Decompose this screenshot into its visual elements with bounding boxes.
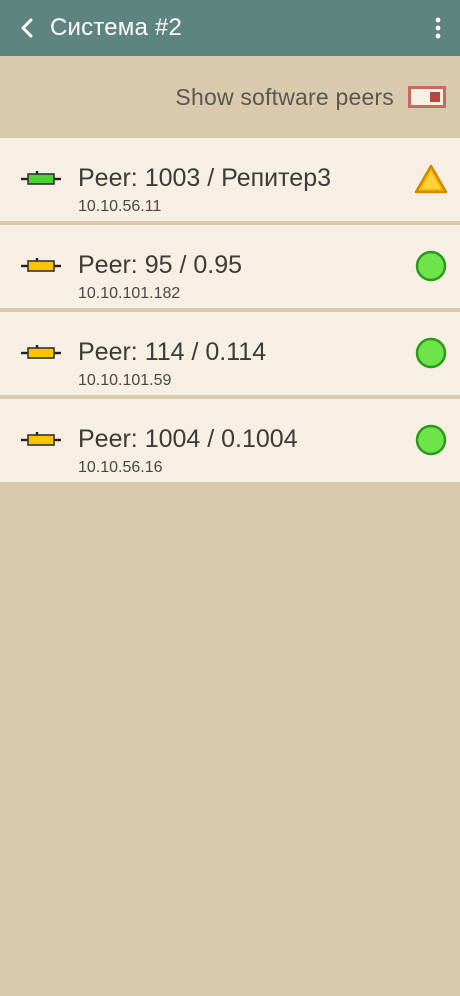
online-circle-icon	[415, 424, 447, 456]
show-software-peers-toggle[interactable]	[408, 86, 446, 108]
peer-ip-address: 10.10.56.16	[78, 459, 163, 476]
warning-triangle-icon	[414, 164, 448, 194]
peer-row[interactable]: Peer: 114 / 0.114 10.10.101.59	[0, 312, 460, 395]
overflow-menu-button[interactable]	[426, 0, 450, 56]
online-circle-icon	[415, 250, 447, 282]
peer-title: Peer: 1003 / Репитер3	[78, 164, 332, 192]
app: Система #2 Show software peers Peer: 100…	[0, 0, 460, 996]
toggle-knob	[430, 92, 440, 102]
peer-list: Peer: 1003 / Репитер3 10.10.56.11 Peer: 95…	[0, 138, 460, 486]
peer-title: Peer: 1004 / 0.1004	[78, 425, 298, 453]
online-circle-icon	[415, 337, 447, 369]
peer-ip-address: 10.10.101.182	[78, 285, 181, 302]
peer-ip-address: 10.10.101.59	[78, 372, 172, 389]
peer-row[interactable]: Peer: 95 / 0.95 10.10.101.182	[0, 225, 460, 308]
peer-row[interactable]: Peer: 1004 / 0.1004 10.10.56.16	[0, 399, 460, 482]
peer-device-icon	[21, 345, 61, 359]
peer-ip-address: 10.10.56.11	[78, 198, 162, 215]
peer-title: Peer: 95 / 0.95	[78, 251, 243, 279]
show-software-peers-row: Show software peers	[0, 56, 460, 138]
show-software-peers-label: Show software peers	[175, 83, 394, 110]
top-app-bar: Система #2	[0, 0, 460, 56]
back-button[interactable]	[6, 0, 50, 56]
peer-device-icon	[21, 171, 61, 185]
page-title: Система #2	[50, 14, 183, 41]
peer-row[interactable]: Peer: 1003 / Репитер3 10.10.56.11	[0, 138, 460, 221]
peer-title: Peer: 114 / 0.114	[78, 338, 267, 366]
back-arrow-icon	[21, 18, 33, 38]
peer-device-icon	[21, 258, 61, 272]
more-vertical-icon	[435, 17, 441, 39]
peer-device-icon	[21, 432, 61, 446]
